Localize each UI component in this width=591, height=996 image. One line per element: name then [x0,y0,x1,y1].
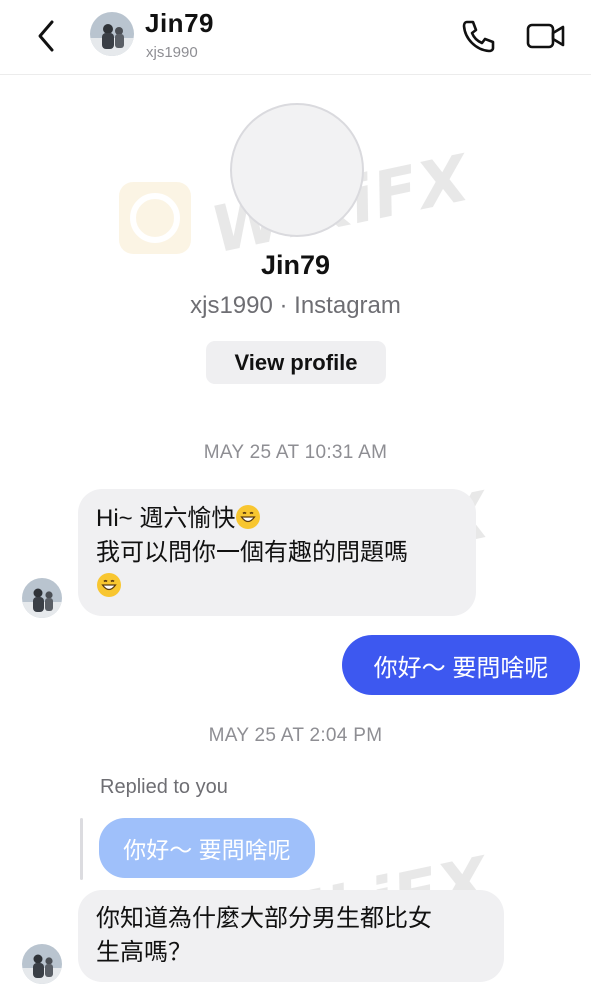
view-profile-button[interactable]: View profile [206,341,386,384]
quoted-message[interactable]: 你好～ 要問啥呢 [99,818,315,878]
message-line [96,570,458,604]
reply-indicator-bar [80,818,83,880]
avatar[interactable] [22,944,62,984]
phone-icon[interactable] [458,16,498,56]
avatar[interactable] [22,578,62,618]
chevron-left-icon[interactable] [30,16,66,56]
chat-header: Jin79 xjs1990 [0,0,591,75]
message-timestamp: MAY 25 AT 2:04 PM [208,725,383,746]
message-line: 我可以問你一個有趣的問題嗎 [96,539,408,566]
incoming-message[interactable]: Hi~ 週六愉快 我可以問你一個有趣的問題嗎 [78,489,476,616]
replied-to-label: Replied to you [100,776,228,798]
grinning-emoji-icon [235,504,261,530]
profile-picture[interactable] [230,103,364,237]
grinning-emoji-icon [96,572,122,598]
message-timestamp: MAY 25 AT 10:31 AM [203,442,388,463]
video-camera-icon[interactable] [524,16,568,56]
outgoing-message[interactable]: 你好～ 要問啥呢 [342,635,580,695]
incoming-message[interactable]: 你知道為什麼大部分男生都比女 生高嗎？ [78,890,504,982]
avatar[interactable] [90,12,134,56]
message-line: 你知道為什麼大部分男生都比女 [96,905,432,932]
profile-subtitle: xjs1990 · Instagram [190,292,401,319]
message-line: 生高嗎？ [96,939,192,966]
contact-name[interactable]: Jin79 [145,8,214,39]
contact-username: xjs1990 [146,44,198,61]
message-text: Hi~ 週六愉快 [96,505,236,532]
message-line: Hi~ 週六愉快 [96,502,458,536]
profile-name: Jin79 [260,250,331,280]
